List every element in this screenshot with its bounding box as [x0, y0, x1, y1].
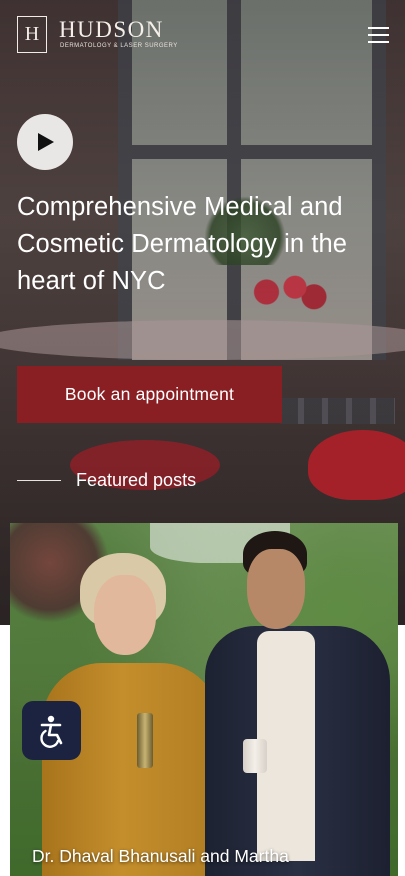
hamburger-menu-icon[interactable] [366, 24, 392, 46]
background-chair [308, 430, 405, 500]
product-tube [137, 713, 153, 768]
heading-divider [17, 479, 61, 481]
accessibility-icon [39, 715, 62, 748]
product-jar [243, 739, 267, 773]
person-photo-man [205, 531, 395, 876]
logo-letter: H [24, 23, 40, 45]
book-appointment-button[interactable]: Book an appointment [17, 366, 282, 423]
hero-title: Comprehensive Medical and Cosmetic Derma… [17, 193, 348, 295]
featured-posts-label: Featured posts [76, 469, 197, 490]
brand-name[interactable]: HUDSON [59, 17, 164, 43]
play-icon [38, 133, 54, 151]
background-table [0, 320, 405, 360]
site-header: H HUDSON DERMATOLOGY & LASER SURGERY [0, 0, 405, 70]
brand-tagline: DERMATOLOGY & LASER SURGERY [60, 43, 178, 49]
background-radiator [280, 398, 395, 424]
accessibility-button[interactable] [22, 701, 81, 760]
logo-mark[interactable]: H [17, 16, 47, 53]
post-caption[interactable]: Dr. Dhaval Bhanusali and Martha [32, 846, 289, 867]
featured-posts-heading: Featured posts [17, 468, 196, 492]
play-video-button[interactable] [17, 114, 73, 170]
featured-post-card[interactable]: Dr. Dhaval Bhanusali and Martha [10, 523, 398, 876]
